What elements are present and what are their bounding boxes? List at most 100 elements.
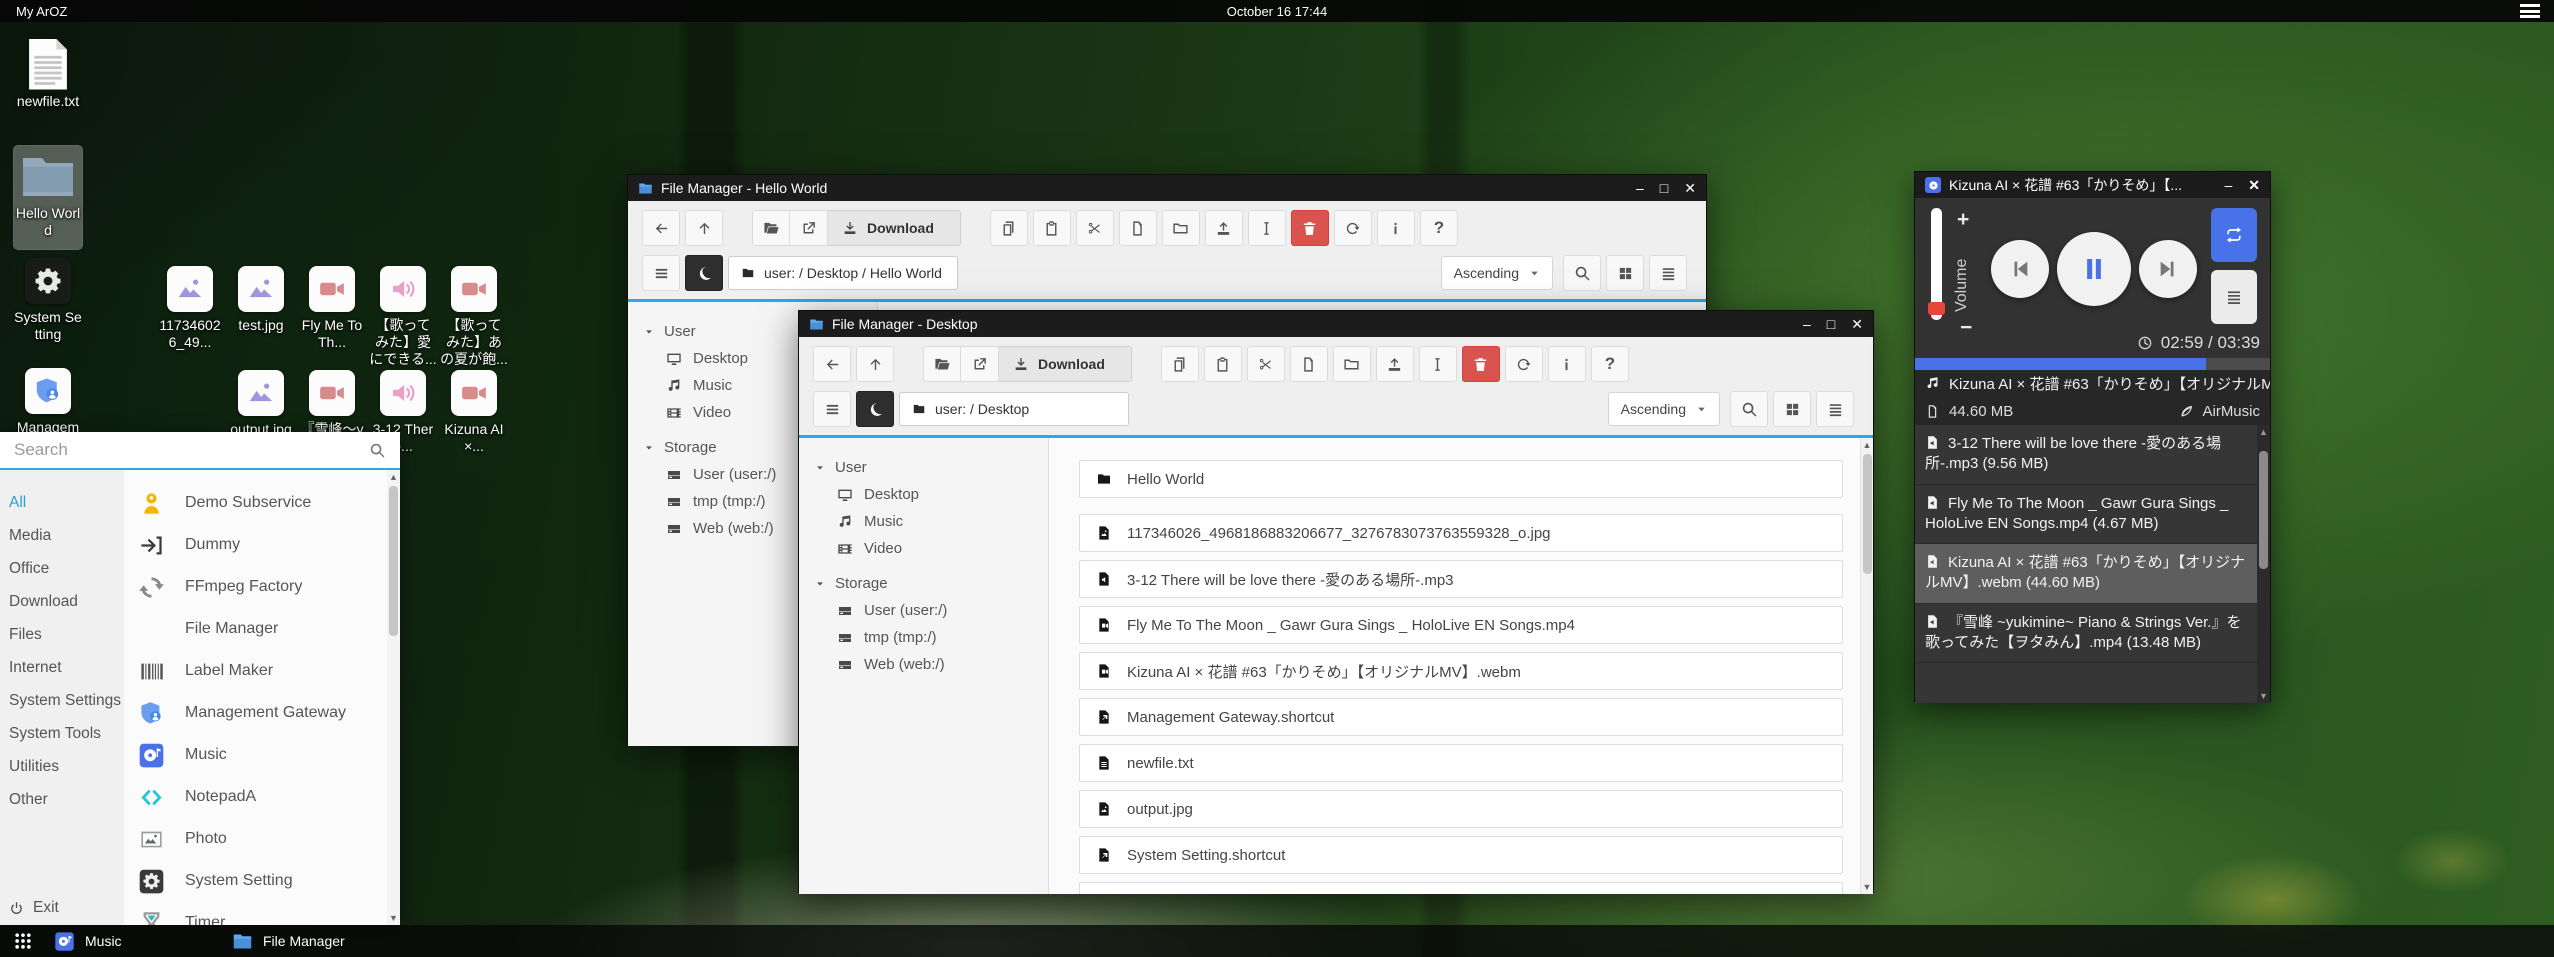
file-row[interactable]: Kizuna AI × 花譜 #63「かりそめ」【オリジナルMV】.webm — [1079, 652, 1843, 690]
scroll-down-icon[interactable]: ▼ — [2257, 691, 2270, 701]
up-button[interactable] — [856, 346, 894, 382]
titlebar[interactable]: File Manager - Hello World – □ ✕ — [628, 175, 1706, 201]
scroll-down-icon[interactable]: ▼ — [1861, 882, 1873, 892]
category-utilities[interactable]: Utilities — [0, 750, 124, 783]
titlebar[interactable]: Kizuna AI × 花譜 #63「かりそめ」【... – ✕ — [1915, 172, 2270, 198]
pause-button[interactable] — [2057, 232, 2131, 306]
download-button[interactable]: Download — [828, 210, 961, 246]
minimize-button[interactable]: – — [2224, 178, 2232, 192]
category-all[interactable]: All — [0, 486, 124, 519]
info-button[interactable] — [1548, 346, 1586, 382]
app-item-timer[interactable]: Timer — [124, 902, 400, 925]
delete-button[interactable] — [1462, 346, 1500, 382]
refresh-button[interactable] — [1334, 210, 1372, 246]
back-button[interactable] — [813, 346, 851, 382]
breadcrumb[interactable]: user: / Desktop — [899, 392, 1129, 426]
category-system-settings[interactable]: System Settings — [0, 684, 124, 717]
new-folder-button[interactable] — [1333, 346, 1371, 382]
maximize-button[interactable]: □ — [1660, 181, 1668, 195]
playlist-item[interactable]: 3-12 There will be love there -愛のある場所-.m… — [1915, 425, 2270, 485]
scroll-down-icon[interactable]: ▼ — [387, 913, 400, 923]
file-row[interactable]: 3-12 There will be love there -愛のある場所-.m… — [1079, 560, 1843, 598]
scroll-up-icon[interactable]: ▲ — [387, 472, 400, 482]
rename-button[interactable] — [1419, 346, 1457, 382]
volume-up-label[interactable]: + — [1957, 208, 1969, 232]
sidebar-item[interactable]: Web (web:/) — [799, 651, 1048, 678]
minimize-button[interactable]: – — [1636, 181, 1644, 195]
open-button[interactable] — [923, 346, 961, 382]
app-item-notepada[interactable]: NotepadA — [124, 776, 400, 818]
paste-button[interactable] — [1204, 346, 1242, 382]
download-button[interactable]: Download — [999, 346, 1132, 382]
queue-button[interactable] — [2211, 270, 2257, 324]
open-in-new-button[interactable] — [961, 346, 999, 382]
app-item-management-gateway[interactable]: Management Gateway — [124, 692, 400, 734]
category-files[interactable]: Files — [0, 618, 124, 651]
up-button[interactable] — [685, 210, 723, 246]
grid-view-button[interactable] — [1773, 391, 1811, 427]
delete-button[interactable] — [1291, 210, 1329, 246]
desktop-icon-fly-me-to-th-[interactable]: Fly Me To Th... — [298, 266, 366, 351]
minimize-button[interactable]: – — [1803, 317, 1811, 331]
app-item-label-maker[interactable]: Label Maker — [124, 650, 400, 692]
next-track-button[interactable] — [2139, 240, 2197, 298]
back-button[interactable] — [642, 210, 680, 246]
new-file-button[interactable] — [1119, 210, 1157, 246]
open-button[interactable] — [752, 210, 790, 246]
search-input[interactable] — [14, 440, 369, 460]
help-button[interactable]: ? — [1420, 210, 1458, 246]
help-button[interactable]: ? — [1591, 346, 1629, 382]
desktop-icon-hello-world[interactable]: Hello World — [14, 146, 82, 249]
category-office[interactable]: Office — [0, 552, 124, 585]
volume-down-label[interactable]: − — [1960, 316, 1972, 340]
upload-button[interactable] — [1205, 210, 1243, 246]
app-item-ffmpeg-factory[interactable]: FFmpeg Factory — [124, 566, 400, 608]
sidebar-item[interactable]: User (user:/) — [799, 597, 1048, 624]
sort-order-dropdown[interactable]: Ascending — [1608, 392, 1720, 426]
copy-button[interactable] — [1161, 346, 1199, 382]
menu-button[interactable] — [813, 391, 851, 427]
menu-button[interactable] — [642, 255, 680, 291]
file-row[interactable]: Fly Me To The Moon _ Gawr Gura Sings _ H… — [1079, 606, 1843, 644]
breadcrumb[interactable]: user: / Desktop / Hello World — [728, 256, 958, 290]
playlist-scrollbar[interactable]: ▲ ▼ — [2257, 425, 2270, 703]
file-row-partial[interactable] — [1079, 882, 1843, 894]
category-media[interactable]: Media — [0, 519, 124, 552]
desktop-icon-system-setting[interactable]: System Setting — [14, 258, 82, 343]
category-system-tools[interactable]: System Tools — [0, 717, 124, 750]
dark-mode-button[interactable] — [685, 255, 723, 291]
sort-order-dropdown[interactable]: Ascending — [1441, 256, 1553, 290]
desktop-icon-117346026-49-[interactable]: 117346026_49... — [156, 266, 224, 351]
info-button[interactable] — [1377, 210, 1415, 246]
search-button[interactable] — [1563, 255, 1601, 291]
sidebar-item[interactable]: Music — [799, 508, 1048, 535]
sidebar-section-storage[interactable]: Storage — [799, 570, 1048, 597]
desktop-icon--[interactable]: 【歌ってみた】あの夏が飽... — [440, 266, 508, 367]
repeat-button[interactable] — [2211, 208, 2257, 262]
app-list-scrollbar[interactable]: ▲ ▼ — [387, 470, 400, 925]
host-name[interactable]: My ArOZ — [16, 4, 67, 19]
titlebar[interactable]: File Manager - Desktop – □ ✕ — [799, 311, 1873, 337]
taskbar-task-music[interactable]: Music — [46, 925, 224, 957]
previous-track-button[interactable] — [1991, 240, 2049, 298]
exit-button[interactable]: Exit — [9, 899, 59, 917]
close-button[interactable]: ✕ — [1684, 181, 1696, 195]
list-view-button[interactable] — [1649, 255, 1687, 291]
paste-button[interactable] — [1033, 210, 1071, 246]
category-internet[interactable]: Internet — [0, 651, 124, 684]
taskbar-task-file-manager[interactable]: File Manager — [224, 925, 402, 957]
cut-button[interactable] — [1247, 346, 1285, 382]
search-button[interactable] — [1730, 391, 1768, 427]
list-view-button[interactable] — [1816, 391, 1854, 427]
sidebar-item[interactable]: Video — [799, 535, 1048, 562]
desktop-icon-test-jpg[interactable]: test.jpg — [227, 266, 295, 334]
new-file-button[interactable] — [1290, 346, 1328, 382]
sidebar-item[interactable]: Desktop — [799, 481, 1048, 508]
file-row[interactable]: 117346026_4968186883206677_3276783073763… — [1079, 514, 1843, 552]
open-in-new-button[interactable] — [790, 210, 828, 246]
file-row[interactable]: output.jpg — [1079, 790, 1843, 828]
maximize-button[interactable]: □ — [1827, 317, 1835, 331]
refresh-button[interactable] — [1505, 346, 1543, 382]
playlist-item-selected[interactable]: Kizuna AI × 花譜 #63「かりそめ」【オリジナルMV】.webm (… — [1915, 544, 2270, 604]
rename-button[interactable] — [1248, 210, 1286, 246]
